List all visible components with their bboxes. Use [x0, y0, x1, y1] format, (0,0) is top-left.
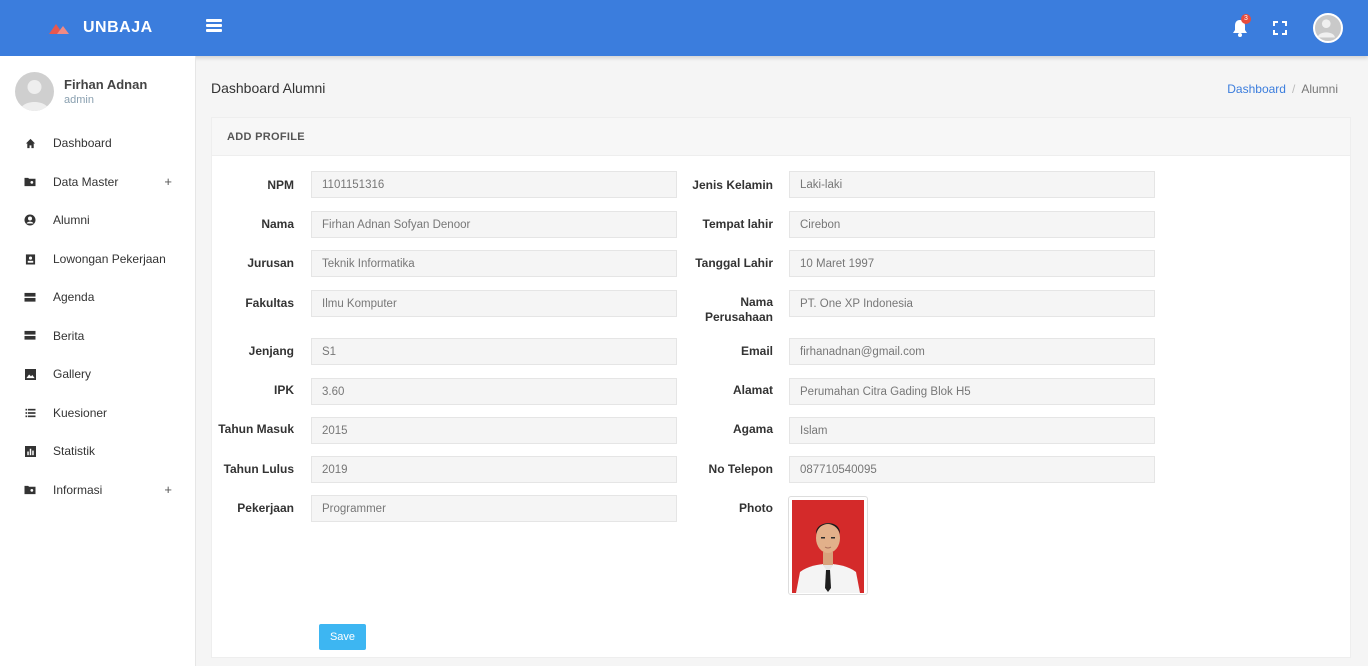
avatar: [15, 72, 54, 111]
tahun-lulus-field[interactable]: 2019: [311, 456, 677, 483]
sidebar-menu: Dashboard Data Master + Alumni Lowongan …: [0, 124, 196, 509]
agama-label: Agama: [732, 422, 773, 436]
sidebar: Firhan Adnan admin Dashboard Data Master…: [0, 56, 196, 666]
tempat-lahir-label: Tempat lahir: [702, 217, 773, 231]
agama-field[interactable]: Islam: [789, 417, 1155, 444]
pekerjaan-label: Pekerjaan: [237, 501, 294, 515]
sidebar-item-statistik[interactable]: Statistik: [0, 432, 196, 471]
server-icon: [24, 291, 36, 303]
expand-icon[interactable]: +: [164, 482, 172, 497]
sidebar-item-data-master[interactable]: Data Master +: [0, 163, 196, 202]
profile-name: Firhan Adnan: [64, 77, 148, 92]
sidebar-item-label: Data Master: [53, 174, 119, 189]
image-icon: [24, 368, 36, 380]
user-circle-icon: [24, 214, 36, 226]
fullscreen-icon[interactable]: [1273, 21, 1287, 35]
page-title: Dashboard Alumni: [211, 80, 326, 96]
expand-icon[interactable]: +: [164, 174, 172, 189]
jenis-kelamin-field[interactable]: Laki-laki: [789, 171, 1155, 198]
fakultas-field[interactable]: Ilmu Komputer: [311, 290, 677, 317]
jenjang-field[interactable]: S1: [311, 338, 677, 365]
email-label: Email: [740, 344, 773, 358]
jurusan-field[interactable]: Teknik Informatika: [311, 250, 677, 277]
chart-icon: [24, 445, 36, 457]
home-icon: [24, 137, 36, 149]
profile-photo[interactable]: [788, 496, 868, 595]
sidebar-item-label: Agenda: [53, 290, 95, 305]
tahun-lulus-label: Tahun Lulus: [223, 462, 294, 476]
sidebar-item-dashboard[interactable]: Dashboard: [0, 124, 196, 163]
card-header: ADD PROFILE: [212, 118, 1350, 156]
no-telepon-label: No Telepon: [708, 462, 773, 476]
tahun-masuk-field[interactable]: 2015: [311, 417, 677, 444]
folder-icon: [24, 484, 36, 496]
photo-label: Photo: [739, 501, 773, 515]
breadcrumb: Dashboard / Alumni: [1227, 82, 1338, 96]
nama-perusahaan-field[interactable]: PT. One XP Indonesia: [789, 290, 1155, 317]
nama-perusahaan-label: Nama Perusahaan: [704, 295, 773, 324]
sidebar-item-label: Berita: [53, 328, 85, 343]
top-navbar: UNBAJA 3: [0, 0, 1368, 56]
sidebar-item-label: Dashboard: [53, 136, 112, 151]
id-badge-icon: [24, 253, 36, 265]
mountain-logo-icon: [49, 24, 69, 34]
list-icon: [24, 407, 36, 419]
save-button[interactable]: Save: [319, 624, 366, 650]
profile-role: admin: [64, 94, 94, 106]
tanggal-lahir-label: Tanggal Lahir: [695, 256, 773, 270]
alamat-field[interactable]: Perumahan Citra Gading Blok H5: [789, 378, 1155, 405]
tempat-lahir-field[interactable]: Cirebon: [789, 211, 1155, 238]
sidebar-item-kuesioner[interactable]: Kuesioner: [0, 394, 196, 433]
sidebar-item-berita[interactable]: Berita: [0, 317, 196, 356]
npm-field[interactable]: 1101151316: [311, 171, 677, 198]
no-telepon-field[interactable]: 087710540095: [789, 456, 1155, 483]
nama-label: Nama: [261, 217, 294, 231]
breadcrumb-separator: /: [1291, 82, 1296, 96]
ipk-field[interactable]: 3.60: [311, 378, 677, 405]
sidebar-item-informasi[interactable]: Informasi +: [0, 471, 196, 510]
sidebar-item-lowongan-pekerjaan[interactable]: Lowongan Pekerjaan: [0, 240, 196, 279]
sidebar-item-label: Statistik: [53, 444, 96, 459]
jurusan-label: Jurusan: [247, 256, 294, 270]
pekerjaan-field[interactable]: Programmer: [311, 495, 677, 522]
fakultas-label: Fakultas: [245, 296, 294, 310]
folder-icon: [24, 176, 36, 188]
sidebar-item-label: Gallery: [53, 367, 92, 382]
sidebar-item-label: Lowongan Pekerjaan: [53, 251, 166, 266]
user-avatar[interactable]: [1313, 13, 1343, 43]
notification-badge: 3: [1241, 14, 1251, 24]
menu-toggle-icon[interactable]: [206, 19, 222, 33]
user-silhouette-icon: [1317, 19, 1335, 38]
nama-field[interactable]: Firhan Adnan Sofyan Denoor: [311, 211, 677, 238]
jenis-kelamin-label: Jenis Kelamin: [692, 178, 773, 192]
sidebar-item-agenda[interactable]: Agenda: [0, 278, 196, 317]
alamat-label: Alamat: [732, 383, 773, 397]
tanggal-lahir-field[interactable]: 10 Maret 1997: [789, 250, 1155, 277]
brand-name: UNBAJA: [83, 19, 153, 36]
npm-label: NPM: [267, 178, 294, 192]
sidebar-item-gallery[interactable]: Gallery: [0, 355, 196, 394]
breadcrumb-dashboard-link[interactable]: Dashboard: [1227, 82, 1286, 96]
email-field[interactable]: firhanadnan@gmail.com: [789, 338, 1155, 365]
breadcrumb-current: Alumni: [1301, 82, 1338, 96]
sidebar-profile: Firhan Adnan admin: [15, 72, 147, 111]
sidebar-item-label: Informasi: [53, 482, 103, 497]
ipk-label: IPK: [273, 383, 294, 397]
sidebar-item-label: Alumni: [53, 213, 90, 228]
tahun-masuk-label: Tahun Masuk: [218, 422, 294, 436]
sidebar-item-label: Kuesioner: [53, 405, 108, 420]
user-silhouette-icon: [20, 80, 49, 111]
sidebar-item-alumni[interactable]: Alumni: [0, 201, 196, 240]
person-photo-image: [792, 500, 864, 593]
brand[interactable]: UNBAJA: [49, 0, 153, 56]
server-icon: [24, 330, 36, 342]
jenjang-label: Jenjang: [248, 344, 294, 358]
